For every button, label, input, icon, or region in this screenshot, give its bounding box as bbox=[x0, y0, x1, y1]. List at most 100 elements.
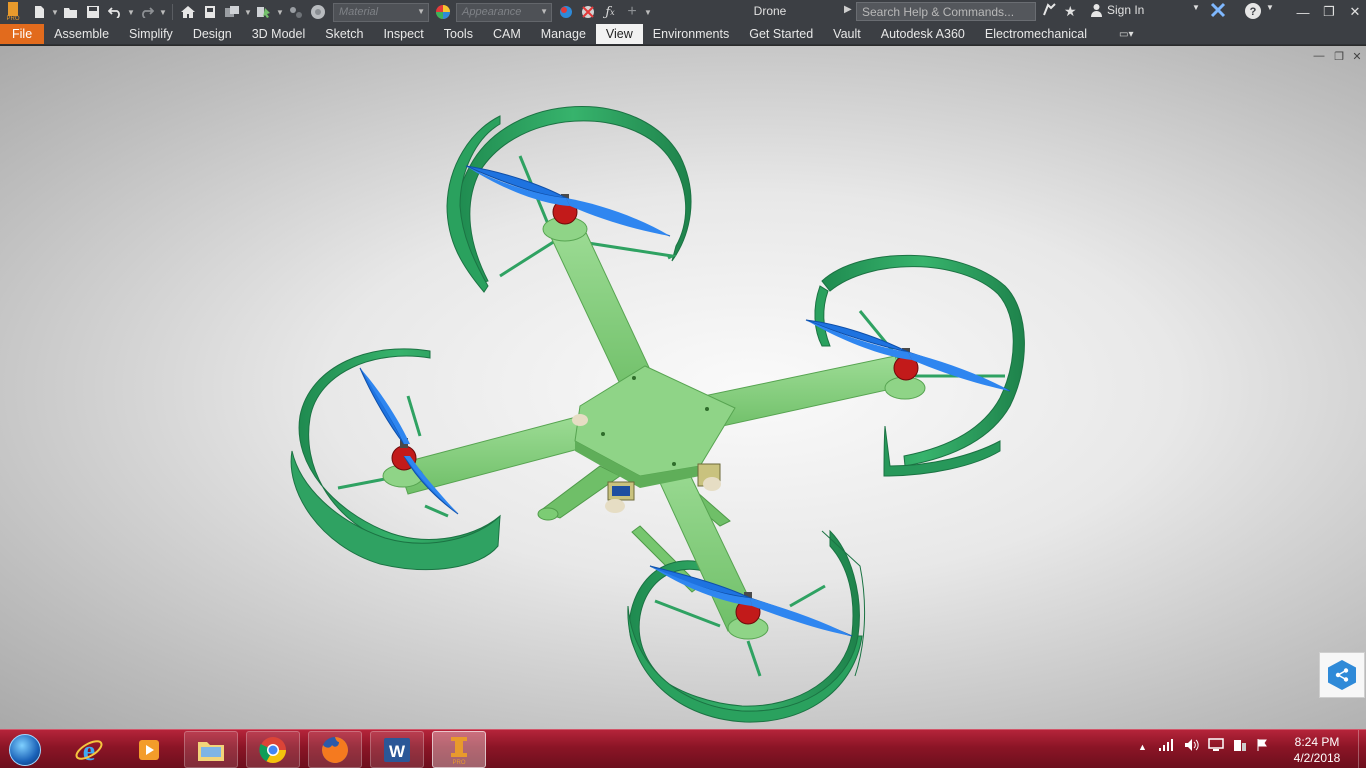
show-hidden-icons[interactable]: ▲ bbox=[1138, 742, 1147, 752]
tab-autodesk-a360[interactable]: Autodesk A360 bbox=[871, 24, 975, 44]
tab-file[interactable]: File bbox=[0, 24, 45, 44]
word-icon: W bbox=[384, 737, 410, 762]
tab-cam[interactable]: CAM bbox=[483, 24, 531, 44]
search-input[interactable]: Search Help & Commands... bbox=[856, 2, 1036, 21]
logo-badge: PRO bbox=[6, 16, 20, 22]
minimize-icon[interactable]: — bbox=[1290, 2, 1316, 22]
sign-in-button[interactable]: Sign In bbox=[1090, 3, 1144, 17]
sign-in-dropdown-icon[interactable]: ▼ bbox=[1192, 3, 1200, 12]
new-dropdown-icon[interactable]: ▼ bbox=[50, 1, 60, 23]
close-icon[interactable]: ✕ bbox=[1342, 2, 1366, 22]
action-center-flag-icon[interactable] bbox=[1256, 738, 1270, 755]
clear-appearance-icon[interactable] bbox=[577, 1, 599, 23]
undo-icon[interactable] bbox=[104, 1, 126, 23]
material-select[interactable]: Material ▼ bbox=[333, 2, 429, 22]
tab-view[interactable]: View bbox=[595, 24, 643, 44]
appearance-ball-icon[interactable] bbox=[307, 1, 329, 23]
tab-3d-model[interactable]: 3D Model bbox=[242, 24, 316, 44]
taskbar-media-player[interactable] bbox=[122, 731, 176, 768]
tab-sketch[interactable]: Sketch bbox=[315, 24, 373, 44]
measure-icon[interactable] bbox=[285, 1, 307, 23]
tab-design[interactable]: Design bbox=[183, 24, 242, 44]
exchange-apps-icon[interactable] bbox=[1210, 2, 1226, 18]
taskbar: e W PRO ▲ 8:24 PM 4/2/2018 bbox=[0, 729, 1366, 768]
tab-vault[interactable]: Vault bbox=[823, 24, 871, 44]
select-filter-icon[interactable] bbox=[253, 1, 275, 23]
open-icon[interactable] bbox=[60, 1, 82, 23]
folder-icon bbox=[198, 741, 224, 761]
svg-text:W: W bbox=[389, 742, 406, 761]
volume-icon[interactable] bbox=[1184, 738, 1200, 755]
network-icon[interactable] bbox=[1158, 738, 1174, 755]
display-icon[interactable] bbox=[1208, 738, 1224, 755]
material-placeholder: Material bbox=[339, 6, 379, 18]
svg-text:e: e bbox=[83, 736, 95, 765]
tab-manage[interactable]: Manage bbox=[531, 24, 596, 44]
chevron-down-icon: ▼ bbox=[540, 6, 548, 16]
undo-dropdown-icon[interactable]: ▼ bbox=[126, 1, 136, 23]
drone-model[interactable] bbox=[0, 46, 1366, 729]
graphics-window[interactable]: — ❐ ✕ bbox=[0, 46, 1366, 729]
home-icon[interactable] bbox=[177, 1, 199, 23]
properties-icon[interactable] bbox=[199, 1, 221, 23]
devices-icon[interactable] bbox=[1232, 738, 1248, 755]
chrome-icon bbox=[259, 736, 287, 763]
tab-inspect[interactable]: Inspect bbox=[373, 24, 433, 44]
tab-assemble[interactable]: Assemble bbox=[44, 24, 119, 44]
sign-in-label: Sign In bbox=[1107, 3, 1145, 17]
taskbar-chrome[interactable] bbox=[246, 731, 300, 768]
share-icon bbox=[1328, 660, 1356, 690]
tab-simplify[interactable]: Simplify bbox=[119, 24, 183, 44]
adjust-appearance-icon[interactable] bbox=[555, 1, 577, 23]
clock-time: 8:24 PM bbox=[1294, 735, 1340, 749]
select-dropdown-icon[interactable]: ▼ bbox=[275, 1, 285, 23]
windows-orb-icon bbox=[9, 734, 41, 766]
binoculars-icon[interactable] bbox=[1042, 3, 1056, 17]
show-desktop-button[interactable] bbox=[1358, 730, 1366, 768]
appearance-select[interactable]: Appearance ▼ bbox=[456, 2, 552, 22]
plus-icon[interactable]: + bbox=[621, 1, 643, 23]
inventor-icon: PRO bbox=[451, 736, 467, 765]
inventor-logo[interactable]: PRO bbox=[2, 1, 24, 23]
color-wheel-icon[interactable] bbox=[432, 1, 454, 23]
user-icon bbox=[1091, 4, 1102, 17]
taskbar-file-explorer[interactable] bbox=[184, 731, 238, 768]
system-clock[interactable]: 8:24 PM 4/2/2018 bbox=[1284, 734, 1350, 766]
help-dropdown-icon[interactable]: ▼ bbox=[1266, 3, 1274, 12]
clock-date: 4/2/2018 bbox=[1293, 751, 1341, 765]
share-button[interactable] bbox=[1319, 652, 1365, 698]
customize-dropdown-icon[interactable]: ▼ bbox=[643, 1, 653, 23]
redo-icon[interactable] bbox=[136, 1, 158, 23]
start-button[interactable] bbox=[4, 732, 46, 768]
taskbar-firefox[interactable] bbox=[308, 731, 362, 768]
duct-front-right bbox=[814, 254, 1025, 477]
svg-text:PRO: PRO bbox=[452, 760, 465, 765]
taskbar-inventor[interactable]: PRO bbox=[432, 731, 486, 768]
help-icon[interactable]: ? bbox=[1244, 2, 1262, 20]
restore-icon[interactable]: ❐ bbox=[1316, 2, 1342, 22]
tab-electromechanical[interactable]: Electromechanical bbox=[975, 24, 1097, 44]
taskbar-internet-explorer[interactable]: e bbox=[62, 731, 116, 768]
document-title: Drone bbox=[753, 4, 787, 18]
star-icon[interactable]: ★ bbox=[1064, 3, 1077, 20]
new-icon[interactable] bbox=[28, 1, 50, 23]
chevron-down-icon: ▼ bbox=[417, 6, 425, 16]
firefox-icon bbox=[322, 736, 348, 763]
tab-environments[interactable]: Environments bbox=[643, 24, 739, 44]
update-icon[interactable] bbox=[221, 1, 243, 23]
tab-tools[interactable]: Tools bbox=[434, 24, 483, 44]
svg-text:?: ? bbox=[1250, 6, 1257, 18]
ribbon-tabs: File Assemble Simplify Design 3D Model S… bbox=[0, 24, 1366, 45]
update-dropdown-icon[interactable]: ▼ bbox=[243, 1, 253, 23]
redo-dropdown-icon[interactable]: ▼ bbox=[158, 1, 168, 23]
appearance-placeholder: Appearance bbox=[462, 6, 522, 18]
media-player-icon bbox=[139, 739, 159, 760]
fx-icon[interactable]: ƒx bbox=[599, 1, 621, 23]
ribbon-display-options-icon[interactable]: ▭▾ bbox=[1097, 24, 1133, 44]
chevron-right-icon[interactable]: ▶ bbox=[844, 4, 852, 15]
tab-get-started[interactable]: Get Started bbox=[739, 24, 823, 44]
save-icon[interactable] bbox=[82, 1, 104, 23]
taskbar-word[interactable]: W bbox=[370, 731, 424, 768]
internet-explorer-icon: e bbox=[75, 736, 103, 765]
title-bar: PRO ▼ ▼ ▼ ▼ ▼ Material ▼ Appearance ▼ ƒ … bbox=[0, 0, 1366, 24]
